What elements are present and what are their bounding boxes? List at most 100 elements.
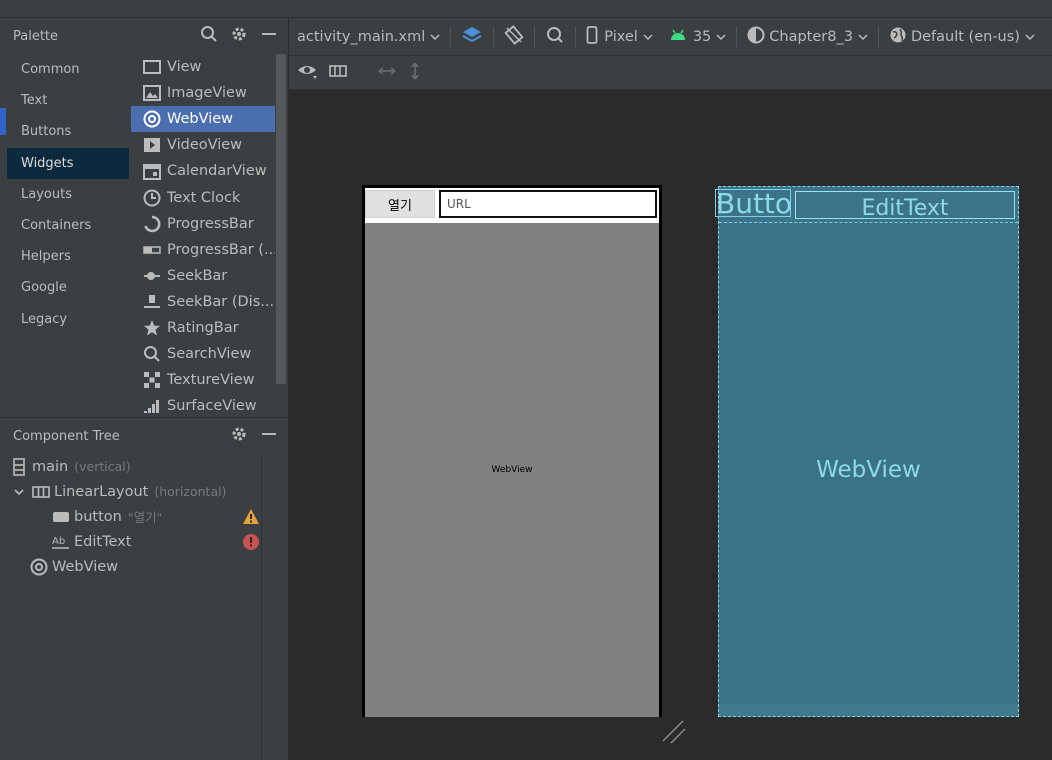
widget-progressbar[interactable]: ProgressBar xyxy=(131,211,275,237)
tree-node-main[interactable]: main (vertical) xyxy=(10,454,131,479)
orientation-button[interactable] xyxy=(496,18,532,56)
design-view[interactable]: 열기 URL WebView xyxy=(362,185,662,717)
widget-label: SurfaceView xyxy=(167,398,257,415)
warning-icon[interactable] xyxy=(242,508,260,526)
widget-progressbar-horizontal[interactable]: ProgressBar (... xyxy=(131,237,275,263)
eye-icon[interactable] xyxy=(297,62,319,84)
tree-node-edittext[interactable]: Ab EditText xyxy=(52,529,262,554)
device-selector[interactable]: Pixel xyxy=(578,18,661,56)
search-icon xyxy=(143,345,161,363)
category-legacy[interactable]: Legacy xyxy=(7,304,129,335)
preview-button[interactable]: 열기 xyxy=(365,190,435,218)
widget-textclock[interactable]: Text Clock xyxy=(131,184,275,210)
search-icon[interactable] xyxy=(200,25,218,47)
tree-node-button[interactable]: button "열기" xyxy=(52,504,262,529)
widget-ratingbar[interactable]: RatingBar xyxy=(131,315,275,341)
widget-label: SearchView xyxy=(167,346,252,363)
image-icon xyxy=(143,84,161,102)
category-containers[interactable]: Containers xyxy=(7,210,129,241)
widget-videoview[interactable]: VideoView xyxy=(131,132,275,158)
tree-node-linearlayout[interactable]: LinearLayout (horizontal) xyxy=(10,479,226,504)
button-icon xyxy=(52,508,70,526)
widget-imageview[interactable]: ImageView xyxy=(131,80,275,106)
gear-icon[interactable] xyxy=(230,25,248,47)
horizontal-arrows-icon[interactable] xyxy=(377,63,397,83)
widget-label: ProgressBar (... xyxy=(167,241,275,258)
night-mode-button[interactable] xyxy=(537,18,573,56)
chevron-down-icon xyxy=(858,29,868,45)
locale-selector[interactable]: Default (en-us) xyxy=(881,18,1043,56)
blueprint-webview-label: WebView xyxy=(816,456,921,483)
rotate-icon xyxy=(504,24,524,49)
blueprint-webview[interactable]: WebView xyxy=(719,223,1018,716)
palette-scrollbar[interactable] xyxy=(276,54,286,384)
blueprint-button[interactable]: Button xyxy=(715,189,791,217)
component-tree-title: Component Tree xyxy=(13,428,120,444)
node-label: WebView xyxy=(52,558,119,575)
vertical-arrows-icon[interactable] xyxy=(407,61,423,85)
widget-label: SeekBar (Dis... xyxy=(167,293,275,310)
widget-label: ProgressBar xyxy=(167,215,254,232)
category-google[interactable]: Google xyxy=(7,272,129,303)
node-label: button xyxy=(74,508,122,525)
minimize-icon[interactable] xyxy=(260,425,278,447)
api-selector[interactable]: 35 xyxy=(661,18,734,56)
toolbar-divider xyxy=(736,25,738,48)
seekbar-icon xyxy=(143,267,161,285)
chevron-down-icon xyxy=(1025,29,1035,45)
widget-label: ImageView xyxy=(167,85,247,102)
tree-node-webview[interactable]: WebView xyxy=(30,554,118,579)
component-tree-header: Component Tree xyxy=(0,418,288,454)
surface-icon xyxy=(143,397,161,415)
blueprint-bottom-band xyxy=(719,704,1018,716)
theme-selector[interactable]: Chapter8_3 xyxy=(739,18,876,56)
category-common[interactable]: Common xyxy=(7,54,129,85)
preview-webview[interactable]: WebView xyxy=(365,223,659,717)
widget-searchview[interactable]: SearchView xyxy=(131,341,275,367)
clock-icon xyxy=(143,189,161,207)
widget-textureview[interactable]: TextureView xyxy=(131,367,275,393)
blueprint-edittext[interactable]: EditText xyxy=(795,191,1015,221)
design-screen: 열기 URL WebView xyxy=(365,188,659,717)
chevron-down-icon[interactable] xyxy=(10,483,28,501)
file-selector[interactable]: activity_main.xml xyxy=(289,18,448,56)
category-text[interactable]: Text xyxy=(7,85,129,116)
widget-label: View xyxy=(167,59,202,76)
toolbar-divider xyxy=(575,25,577,48)
chevron-down-icon xyxy=(716,29,726,45)
blueprint-toggle-icon[interactable] xyxy=(329,63,349,83)
toolbar-divider xyxy=(493,25,495,48)
locale-name: Default (en-us) xyxy=(910,28,1020,45)
api-level: 35 xyxy=(692,28,712,45)
blueprint-linearlayout[interactable]: Button EditText xyxy=(715,187,1018,223)
widget-seekbar-discrete[interactable]: SeekBar (Dis... xyxy=(131,289,275,315)
design-surface-button[interactable] xyxy=(453,18,491,56)
widget-view[interactable]: View xyxy=(131,54,275,80)
minimize-icon[interactable] xyxy=(260,25,278,47)
widget-label: WebView xyxy=(167,111,234,128)
widget-label: SeekBar xyxy=(167,267,228,284)
toolbar-divider xyxy=(877,25,879,48)
preview-edittext[interactable]: URL xyxy=(439,190,657,218)
widget-seekbar[interactable]: SeekBar xyxy=(131,263,275,289)
category-widgets[interactable]: Widgets xyxy=(7,147,129,179)
category-buttons[interactable]: Buttons xyxy=(7,116,129,147)
blueprint-view[interactable]: Button EditText WebView xyxy=(715,186,1019,717)
component-tree-panel: Component Tree main (vertical) LinearLay… xyxy=(0,417,288,760)
error-icon[interactable] xyxy=(242,533,260,551)
widget-calendarview[interactable]: CalendarView xyxy=(131,158,275,184)
play-icon xyxy=(143,136,161,154)
widget-webview[interactable]: WebView xyxy=(131,106,275,133)
widget-surfaceview[interactable]: SurfaceView xyxy=(131,393,275,416)
resize-handle-icon[interactable] xyxy=(661,719,687,745)
selection-marker xyxy=(0,108,6,135)
texture-icon xyxy=(143,371,161,389)
node-label: EditText xyxy=(74,533,132,550)
chrome-icon xyxy=(143,110,161,128)
gear-icon[interactable] xyxy=(230,425,248,447)
toolbar-divider xyxy=(450,25,452,48)
toolbar-divider xyxy=(534,25,536,48)
category-layouts[interactable]: Layouts xyxy=(7,179,129,210)
category-helpers[interactable]: Helpers xyxy=(7,241,129,272)
design-canvas[interactable]: 열기 URL WebView Button EditText WebView xyxy=(289,91,1052,760)
